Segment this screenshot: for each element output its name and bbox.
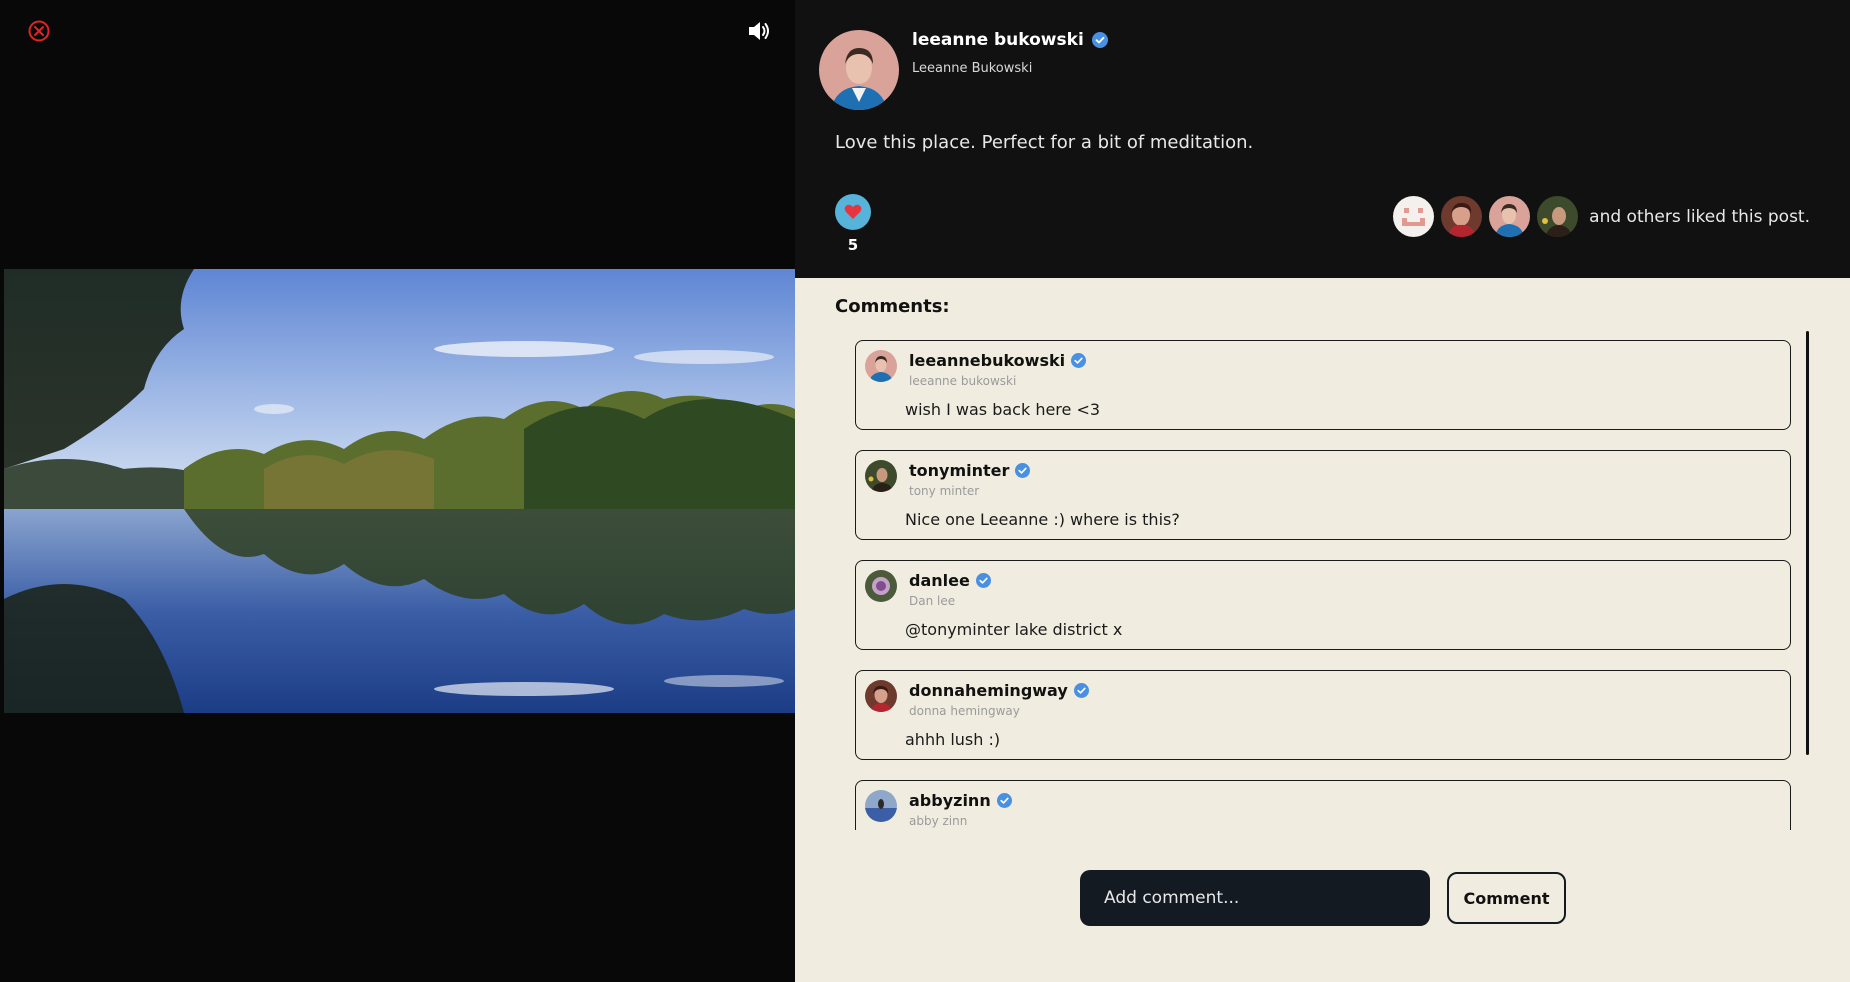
post-modal: leeanne bukowski Leeanne Bukowski Love t… [0, 0, 1850, 982]
post-header: leeanne bukowski Leeanne Bukowski Love t… [795, 0, 1850, 278]
comment-username[interactable]: danlee [909, 571, 991, 590]
author-avatar[interactable] [819, 30, 899, 110]
likers-text: and others liked this post. [1589, 206, 1810, 227]
verified-icon [1071, 353, 1087, 368]
author-handle: Leeanne Bukowski [912, 61, 1033, 76]
comment-username[interactable]: tonyminter [909, 461, 1031, 480]
comment-username-text[interactable]: donnahemingway [909, 681, 1068, 700]
comments-list[interactable]: leeannebukowski leeanne bukowski wish I … [855, 340, 1799, 830]
comment-username-text[interactable]: tonyminter [909, 461, 1009, 480]
comment-display-name: leeanne bukowski [909, 374, 1017, 388]
comment-text: @tonyminter lake district x [905, 620, 1123, 639]
close-icon[interactable] [27, 19, 51, 43]
comment-username[interactable]: donnahemingway [909, 681, 1089, 700]
heart-icon [844, 204, 862, 219]
post-details-pane: leeanne bukowski Leeanne Bukowski Love t… [795, 0, 1850, 982]
comment-display-name: donna hemingway [909, 704, 1020, 718]
media-pane [0, 0, 795, 982]
comment-avatar[interactable] [865, 460, 897, 492]
comment-card: tonyminter tony minter Nice one Leeanne … [855, 450, 1791, 540]
comment-card: leeannebukowski leeanne bukowski wish I … [855, 340, 1791, 430]
comment-text: wish I was back here <3 [905, 400, 1101, 419]
comment-avatar[interactable] [865, 570, 897, 602]
comment-text: Nice one Leeanne :) where is this? [905, 510, 1180, 529]
comment-card: danlee Dan lee @tonyminter lake district… [855, 560, 1791, 650]
comment-display-name: abby zinn [909, 814, 968, 828]
comment-username-text[interactable]: leeannebukowski [909, 351, 1065, 370]
like-button[interactable] [835, 194, 871, 230]
author-name[interactable]: leeanne bukowski [912, 30, 1108, 50]
add-comment-input[interactable] [1080, 870, 1430, 926]
comment-username-text[interactable]: danlee [909, 571, 970, 590]
likers-summary: and others liked this post. [1393, 196, 1810, 237]
comment-display-name: Dan lee [909, 594, 956, 608]
comments-heading: Comments: [835, 296, 950, 317]
liker-avatar[interactable] [1489, 196, 1531, 237]
liker-avatar[interactable] [1537, 196, 1579, 237]
comment-text: ahhh lush :) [905, 730, 1001, 749]
author-name-text[interactable]: leeanne bukowski [912, 30, 1084, 50]
post-caption: Love this place. Perfect for a bit of me… [835, 132, 1254, 153]
verified-icon [975, 573, 991, 588]
liker-avatar[interactable] [1441, 196, 1483, 237]
comment-card: abbyzinn abby zinn [855, 780, 1791, 830]
verified-icon [1091, 32, 1108, 48]
comment-username[interactable]: abbyzinn [909, 791, 1012, 810]
like-count: 5 [847, 236, 859, 254]
comment-avatar[interactable] [865, 680, 897, 712]
comment-avatar[interactable] [865, 790, 897, 822]
comment-card: donnahemingway donna hemingway ahhh lush… [855, 670, 1791, 760]
verified-icon [1073, 683, 1089, 698]
comment-username-text[interactable]: abbyzinn [909, 791, 991, 810]
comment-avatar[interactable] [865, 350, 897, 382]
volume-icon[interactable] [746, 18, 772, 44]
comment-username[interactable]: leeannebukowski [909, 351, 1087, 370]
comment-submit-button[interactable]: Comment [1447, 872, 1566, 924]
comment-display-name: tony minter [909, 484, 980, 498]
verified-icon [1015, 463, 1031, 478]
liker-avatar[interactable] [1393, 196, 1435, 237]
post-video[interactable] [4, 269, 795, 713]
verified-icon [996, 793, 1012, 808]
comments-scrollbar[interactable] [1806, 331, 1809, 755]
